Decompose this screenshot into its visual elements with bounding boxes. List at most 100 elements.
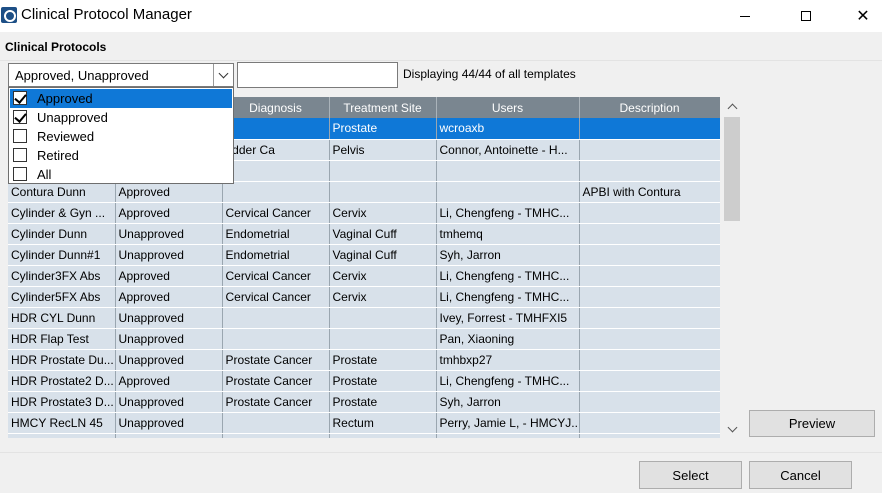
table-cell: Endometrial (222, 223, 330, 245)
table-row[interactable]: HDR Prostate Du... Unapproved Prostate Can… (8, 349, 720, 371)
status-filter-value: Approved, Unapproved (15, 68, 149, 83)
table-cell: HDR Flap Test (8, 328, 116, 350)
status-filter-combo[interactable]: Approved, Unapproved (8, 63, 234, 87)
table-cell: Pan, Xiaoning (436, 328, 580, 350)
table-cell: Cylinder3FX Abs (8, 265, 116, 287)
table-cell (222, 433, 330, 438)
table-cell (329, 307, 437, 329)
table-cell: Cylinder & Gyn ... (8, 202, 116, 224)
table-cell (329, 181, 437, 203)
table-cell: APBI with Contura (579, 181, 720, 203)
column-header[interactable]: Treatment Site (329, 97, 437, 118)
table-row[interactable]: Cylinder3FX Abs Approved Cervical Cancer Ce… (8, 265, 720, 287)
table-cell: Endometrial (222, 244, 330, 266)
scroll-up-button[interactable] (722, 97, 742, 115)
table-cell (579, 118, 720, 140)
column-header[interactable]: Diagnosis (222, 97, 330, 118)
table-cell: Cervical Cancer (222, 202, 330, 224)
table-cell (8, 433, 116, 438)
table-cell (436, 160, 580, 182)
column-header[interactable]: Users (436, 97, 580, 118)
checkbox-checked-icon[interactable] (13, 91, 27, 105)
table-cell (579, 160, 720, 182)
table-cell: Unapproved (115, 328, 223, 350)
table-row[interactable]: HDR Flap Test Unapproved Pan, Xiaoning (8, 328, 720, 350)
table-cell: Contura Dunn (8, 181, 116, 203)
table-cell (222, 181, 330, 203)
table-cell: Prostate (329, 349, 437, 371)
table-cell: Unapproved (115, 244, 223, 266)
table-cell: Syh, Jarron (436, 244, 580, 266)
dropdown-option[interactable]: All (10, 165, 232, 184)
search-input[interactable] (237, 62, 398, 88)
table-cell (222, 328, 330, 350)
column-header[interactable]: Description (579, 97, 720, 118)
table-cell: Cylinder5FX Abs (8, 286, 116, 308)
table-row[interactable]: Cylinder Dunn#1 Unapproved Endometrial Vagi… (8, 244, 720, 266)
table-cell: Prostate (329, 118, 437, 140)
chevron-up-icon (727, 103, 737, 113)
table-cell: Cylinder Dunn#1 (8, 244, 116, 266)
table-cell: Cervix (329, 202, 437, 224)
table-row[interactable]: Cylinder Dunn Unapproved Endometrial Vagina… (8, 223, 720, 245)
section-label: Clinical Protocols (5, 40, 107, 54)
table-cell: Approved (115, 286, 223, 308)
combo-dropdown-button[interactable] (213, 64, 233, 86)
table-cell: Unapproved (115, 349, 223, 371)
select-button[interactable]: Select (639, 461, 742, 489)
table-cell (436, 181, 580, 203)
status-dropdown-list: Approved Unapproved Reviewed Retired All (8, 87, 234, 184)
scroll-thumb[interactable] (724, 117, 740, 221)
table-cell (329, 160, 437, 182)
minimize-icon (740, 15, 750, 17)
table-row[interactable]: Contura Dunn Approved APBI with Contura (8, 181, 720, 203)
checkbox-checked-icon[interactable] (13, 110, 27, 124)
table-cell: Pelvis (329, 139, 437, 161)
table-cell (222, 160, 330, 182)
table-cell: Approved (115, 181, 223, 203)
table-row[interactable]: Cylinder5FX Abs Approved Cervical Cancer Ce… (8, 286, 720, 308)
minimize-button[interactable] (722, 0, 768, 32)
checkbox-unchecked-icon[interactable] (13, 129, 27, 143)
dropdown-option-label: All (37, 167, 52, 182)
table-row[interactable] (8, 433, 720, 438)
vertical-scrollbar[interactable] (722, 97, 742, 438)
dropdown-option[interactable]: Approved (10, 89, 232, 108)
table-cell: Unapproved (115, 223, 223, 245)
table-row[interactable]: HDR CYL Dunn Unapproved Ivey, Forrest - TM… (8, 307, 720, 329)
table-cell: Cervical Cancer (222, 265, 330, 287)
table-cell (222, 412, 330, 434)
scroll-down-button[interactable] (722, 420, 742, 438)
checkbox-unchecked-icon[interactable] (13, 167, 27, 181)
maximize-button[interactable] (783, 0, 829, 32)
table-cell: Vaginal Cuff (329, 223, 437, 245)
table-cell (115, 433, 223, 438)
preview-button[interactable]: Preview (749, 410, 875, 437)
table-cell: HDR Prostate2 D... (8, 370, 116, 392)
table-cell (436, 433, 580, 438)
table-row[interactable]: HDR Prostate3 D... Unapproved Prostate Can… (8, 391, 720, 413)
table-cell: Perry, Jamie L, - HMCYJ... (436, 412, 580, 434)
cancel-button[interactable]: Cancel (749, 461, 852, 489)
dropdown-option[interactable]: Reviewed (10, 127, 232, 146)
table-cell: HDR CYL Dunn (8, 307, 116, 329)
chevron-down-icon (727, 422, 737, 432)
table-cell: Syh, Jarron (436, 391, 580, 413)
table-cell: HDR Prostate Du... (8, 349, 116, 371)
checkbox-unchecked-icon[interactable] (13, 148, 27, 162)
table-row[interactable]: HMCY RecLN 45 Unapproved Rectum Perry, Jami… (8, 412, 720, 434)
table-cell (222, 118, 330, 140)
table-cell: Li, Chengfeng - TMHC... (436, 370, 580, 392)
table-cell: Cervix (329, 265, 437, 287)
table-cell (579, 139, 720, 161)
table-row[interactable]: Cylinder & Gyn ... Approved Cervical Cance… (8, 202, 720, 224)
table-cell: Prostate (329, 391, 437, 413)
table-cell: Rectum (329, 412, 437, 434)
footer-divider (0, 452, 882, 453)
table-cell: Cervical Cancer (222, 286, 330, 308)
dropdown-option[interactable]: Unapproved (10, 108, 232, 127)
close-button[interactable]: ✕ (840, 0, 882, 32)
table-row[interactable]: HDR Prostate2 D... Approved Prostate Cance… (8, 370, 720, 392)
table-cell (329, 328, 437, 350)
dropdown-option[interactable]: Retired (10, 146, 232, 165)
